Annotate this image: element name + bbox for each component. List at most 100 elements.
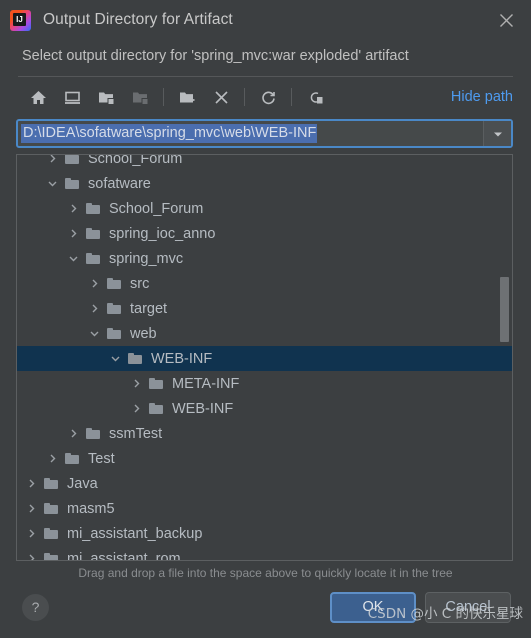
chevron-right-icon[interactable] xyxy=(44,155,60,167)
chevron-down-icon[interactable] xyxy=(107,351,123,367)
tree-row[interactable]: spring_mvc xyxy=(17,246,512,271)
chevron-right-icon[interactable] xyxy=(86,276,102,292)
tree-row-label: spring_ioc_anno xyxy=(109,225,216,242)
tree-row[interactable]: web xyxy=(17,321,512,346)
chevron-right-icon[interactable] xyxy=(23,501,39,517)
chevron-right-icon[interactable] xyxy=(65,226,81,242)
desktop-icon[interactable] xyxy=(58,83,86,111)
toolbar-divider-1 xyxy=(163,88,164,106)
tree-row-label: Java xyxy=(67,475,98,492)
path-combobox[interactable]: D:\IDEA\sofatware\spring_mvc\web\WEB-INF xyxy=(16,119,513,148)
chevron-right-icon[interactable] xyxy=(44,451,60,467)
chevron-down-icon[interactable] xyxy=(65,251,81,267)
folder-icon xyxy=(65,155,81,167)
path-input-value: D:\IDEA\sofatware\spring_mvc\web\WEB-INF xyxy=(21,124,318,143)
chevron-down-icon[interactable] xyxy=(86,326,102,342)
tree-row[interactable]: spring_ioc_anno xyxy=(17,221,512,246)
tree-row-label: target xyxy=(130,300,168,317)
output-directory-dialog: IJ Output Directory for Artifact Select … xyxy=(0,0,531,638)
folder-icon xyxy=(107,301,123,317)
intellij-idea-icon: IJ xyxy=(10,9,31,31)
tree-row-label: Test xyxy=(88,450,115,467)
tree-row-label: sofatware xyxy=(88,175,151,192)
folder-icon xyxy=(149,376,165,392)
cancel-button[interactable]: Cancel xyxy=(425,591,511,623)
tree-row[interactable]: mi_assistant_rom xyxy=(17,546,512,561)
tree-row[interactable]: src xyxy=(17,271,512,296)
expand-folder-icon[interactable] xyxy=(92,83,120,111)
tree-row[interactable]: School_Forum xyxy=(17,196,512,221)
tree-row[interactable]: mi_assistant_backup xyxy=(17,521,512,546)
tree-row-label: School_Forum xyxy=(88,154,183,167)
tree-row-label: META-INF xyxy=(172,375,240,392)
tree-row[interactable]: Test xyxy=(17,446,512,471)
directory-tree: School_Forum sofatware School_Forum spring_… xyxy=(17,154,512,561)
chevron-right-icon[interactable] xyxy=(86,301,102,317)
dialog-titlebar: IJ Output Directory for Artifact xyxy=(0,0,531,40)
tree-row-label: src xyxy=(130,275,150,292)
tree-row[interactable]: target xyxy=(17,296,512,321)
directory-tree-panel[interactable]: School_Forum sofatware School_Forum spring_… xyxy=(16,154,513,561)
tree-row[interactable]: Java xyxy=(17,471,512,496)
delete-icon[interactable] xyxy=(207,83,235,111)
tree-row[interactable]: WEB-INF xyxy=(17,396,512,421)
tree-row-label: ssmTest xyxy=(109,425,163,442)
collapse-folder-icon xyxy=(126,83,154,111)
chevron-right-icon[interactable] xyxy=(65,201,81,217)
folder-icon xyxy=(65,451,81,467)
file-chooser-toolbar: Hide path xyxy=(0,77,531,117)
dialog-footer: ? OK Cancel CSDN @小 C 的快乐星球 xyxy=(0,580,531,638)
chevron-right-icon[interactable] xyxy=(128,401,144,417)
tree-row-label: mi_assistant_backup xyxy=(67,525,203,542)
tree-row-label: School_Forum xyxy=(109,200,204,217)
tree-row[interactable]: School_Forum xyxy=(17,154,512,171)
path-field-row: D:\IDEA\sofatware\spring_mvc\web\WEB-INF xyxy=(0,117,531,154)
folder-icon xyxy=(44,551,60,560)
close-icon[interactable] xyxy=(493,7,519,33)
chevron-right-icon[interactable] xyxy=(23,526,39,542)
tree-row-label: WEB-INF xyxy=(151,350,213,367)
tree-row[interactable]: masm5 xyxy=(17,496,512,521)
tree-row[interactable]: META-INF xyxy=(17,371,512,396)
folder-icon xyxy=(149,401,165,417)
drag-drop-hint: Drag and drop a file into the space abov… xyxy=(78,566,453,580)
chevron-down-icon[interactable] xyxy=(44,176,60,192)
chevron-right-icon[interactable] xyxy=(23,476,39,492)
folder-icon xyxy=(44,526,60,542)
hide-path-link[interactable]: Hide path xyxy=(451,89,513,105)
tree-row-label: WEB-INF xyxy=(172,400,234,417)
chevron-right-icon[interactable] xyxy=(128,376,144,392)
tree-row[interactable]: WEB-INF xyxy=(17,346,512,371)
path-input[interactable]: D:\IDEA\sofatware\spring_mvc\web\WEB-INF xyxy=(18,121,483,146)
folder-icon xyxy=(107,326,123,342)
tree-row[interactable]: ssmTest xyxy=(17,421,512,446)
help-button[interactable]: ? xyxy=(22,593,49,621)
chevron-down-icon[interactable] xyxy=(483,121,511,146)
folder-icon xyxy=(44,501,60,517)
tree-row[interactable]: sofatware xyxy=(17,171,512,196)
tree-row-label: web xyxy=(130,325,157,342)
folder-icon xyxy=(86,201,102,217)
refresh-icon[interactable] xyxy=(254,83,282,111)
show-hidden-icon[interactable] xyxy=(301,83,329,111)
folder-icon xyxy=(86,226,102,242)
tree-row-label: mi_assistant_rom xyxy=(67,550,181,561)
dialog-title: Output Directory for Artifact xyxy=(43,11,233,28)
folder-icon xyxy=(65,176,81,192)
tree-row-label: masm5 xyxy=(67,500,115,517)
tree-row-label: spring_mvc xyxy=(109,250,184,267)
tree-vertical-scrollbar[interactable] xyxy=(500,277,509,342)
folder-icon xyxy=(44,476,60,492)
folder-icon xyxy=(86,251,102,267)
folder-icon xyxy=(86,426,102,442)
new-folder-icon[interactable] xyxy=(173,83,201,111)
toolbar-divider-2 xyxy=(244,88,245,106)
chevron-right-icon[interactable] xyxy=(65,426,81,442)
home-icon[interactable] xyxy=(24,83,52,111)
dialog-subtitle: Select output directory for 'spring_mvc:… xyxy=(22,48,409,64)
chevron-right-icon[interactable] xyxy=(23,551,39,560)
folder-icon xyxy=(128,351,144,367)
ok-button[interactable]: OK xyxy=(330,591,416,623)
toolbar-divider-3 xyxy=(291,88,292,106)
folder-icon xyxy=(107,276,123,292)
